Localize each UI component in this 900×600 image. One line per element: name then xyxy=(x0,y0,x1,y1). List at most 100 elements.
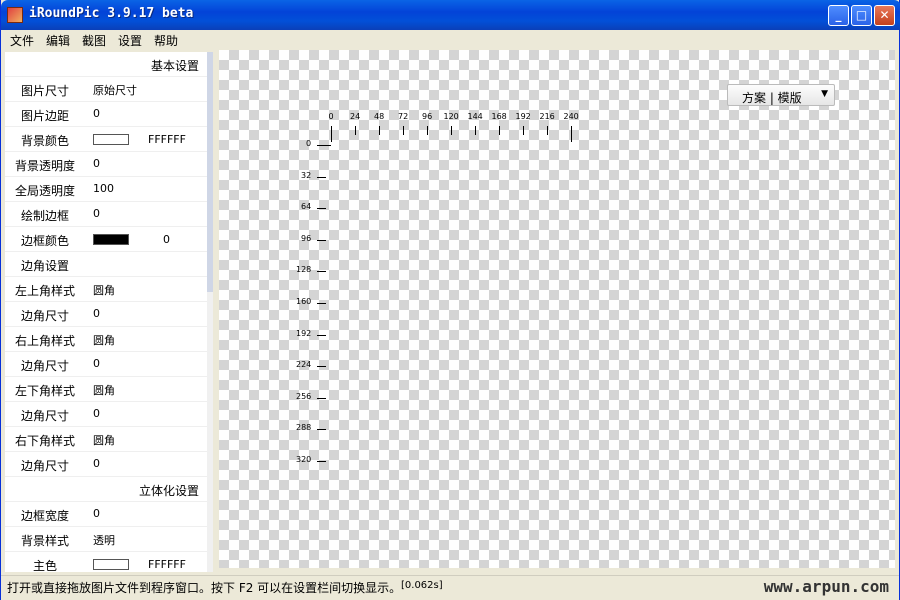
ruler-x-tick xyxy=(379,126,380,135)
property-row[interactable]: 左下角样式 圆角 xyxy=(5,377,209,402)
ruler-y-tick xyxy=(317,176,326,178)
property-value[interactable]: 0 xyxy=(93,107,100,120)
status-bar: 打开或直接拖放图片文件到程序窗口。按下 F2 可以在设置栏间切换显示。 [0.0… xyxy=(1,575,899,600)
property-row[interactable]: 左上角样式 圆角 xyxy=(5,277,209,302)
ruler-y-tick xyxy=(317,239,326,241)
property-value[interactable]: 0 xyxy=(93,207,100,220)
property-row[interactable]: 背景透明度 0 xyxy=(5,152,209,177)
property-row[interactable]: 图片尺寸 原始尺寸 xyxy=(5,77,209,102)
property-row[interactable]: 边角尺寸 0 xyxy=(5,352,209,377)
property-label: 边框颜色 xyxy=(20,234,69,248)
property-row[interactable]: 背景颜色 FFFFFF xyxy=(5,127,209,152)
property-row[interactable]: 图片边距 0 xyxy=(5,102,209,127)
property-label: 边角尺寸 xyxy=(20,359,69,373)
property-label: 背景透明度 xyxy=(14,159,75,173)
ruler-y-tick xyxy=(317,208,326,210)
ruler-x-label: 216 xyxy=(539,112,555,121)
property-label: 图片尺寸 xyxy=(20,84,69,98)
property-row[interactable]: 边角尺寸 0 xyxy=(5,452,209,477)
property-label: 边框宽度 xyxy=(20,509,69,523)
section-title: 基本设置 xyxy=(150,59,199,73)
ruler-x-tick xyxy=(451,126,452,135)
color-swatch[interactable] xyxy=(93,134,129,145)
menu-screenshot[interactable]: 截图 xyxy=(82,32,106,49)
property-row[interactable]: 边角设置 xyxy=(5,252,209,277)
property-label: 图片边距 xyxy=(20,109,69,123)
property-label: 背景样式 xyxy=(20,534,69,548)
watermark: www.arpun.com xyxy=(763,577,889,596)
menu-edit[interactable]: 编辑 xyxy=(46,32,70,49)
menu-file[interactable]: 文件 xyxy=(10,32,34,49)
ruler-y-tick xyxy=(317,397,326,399)
property-value[interactable]: 圆角 xyxy=(93,332,115,348)
property-row[interactable]: 边框颜色 0 xyxy=(5,227,209,252)
image-canvas[interactable]: 方案 | 模版 ▼ 0 24 48 72 96 120 144 168 192 216 240 0 32… xyxy=(219,50,895,568)
ruler-x-label: 96 xyxy=(422,112,433,121)
property-label: 左下角样式 xyxy=(14,384,75,398)
title-bar[interactable]: iRoundPic 3.9.17 beta _ □ ✕ xyxy=(1,0,900,30)
ruler-y-label: 128 xyxy=(296,265,312,275)
ruler-y-label: 64 xyxy=(301,202,312,212)
property-value[interactable]: 100 xyxy=(93,182,114,195)
property-value[interactable]: 圆角 xyxy=(93,432,115,448)
property-row[interactable]: 边角尺寸 0 xyxy=(5,302,209,327)
property-label: 主色 xyxy=(32,559,57,572)
property-label: 边角尺寸 xyxy=(20,309,69,323)
property-row[interactable]: 右上角样式 圆角 xyxy=(5,327,209,352)
property-panel-scrollbar[interactable] xyxy=(207,52,213,572)
property-label: 左上角样式 xyxy=(14,284,75,298)
minimize-button[interactable]: _ xyxy=(828,5,849,26)
property-value[interactable]: 透明 xyxy=(93,532,115,548)
property-value[interactable]: 0 xyxy=(93,307,100,320)
property-label: 边角尺寸 xyxy=(20,409,69,423)
property-value[interactable]: 0 xyxy=(93,457,100,470)
status-message: 打开或直接拖放图片文件到程序窗口。按下 F2 可以在设置栏间切换显示。 xyxy=(7,581,402,595)
property-value[interactable]: FFFFFF xyxy=(148,558,186,571)
property-value[interactable]: 圆角 xyxy=(93,282,115,298)
ruler-x-label: 192 xyxy=(515,112,531,121)
ruler-x-label: 240 xyxy=(563,112,579,121)
ruler-y-label: 0 xyxy=(306,139,312,148)
ruler-x-label: 144 xyxy=(467,112,483,121)
color-swatch[interactable] xyxy=(93,234,129,245)
property-value[interactable]: 0 xyxy=(93,407,100,420)
property-row[interactable]: 全局透明度 100 xyxy=(5,177,209,202)
property-value[interactable]: 0 xyxy=(93,507,100,520)
scheme-template-dropdown[interactable]: 方案 | 模版 ▼ xyxy=(727,84,835,106)
maximize-button[interactable]: □ xyxy=(851,5,872,26)
color-swatch[interactable] xyxy=(93,559,129,570)
ruler-y-tick xyxy=(317,303,326,304)
close-button[interactable]: ✕ xyxy=(874,5,895,26)
property-row[interactable]: 边框宽度 0 xyxy=(5,502,209,527)
property-value[interactable]: 0 xyxy=(93,157,100,170)
ruler-x-tick xyxy=(427,126,428,135)
menu-settings[interactable]: 设置 xyxy=(118,32,142,49)
property-row[interactable]: 绘制边框 0 xyxy=(5,202,209,227)
chevron-down-icon: ▼ xyxy=(821,89,828,99)
ruler-y-tick xyxy=(317,429,326,431)
property-label: 边角尺寸 xyxy=(20,459,69,473)
app-icon[interactable] xyxy=(7,7,23,23)
property-label: 背景颜色 xyxy=(20,134,69,148)
property-row[interactable]: 边角尺寸 0 xyxy=(5,402,209,427)
property-value[interactable]: 原始尺寸 xyxy=(93,82,137,98)
property-value[interactable]: 0 xyxy=(163,233,170,246)
scrollbar-thumb[interactable] xyxy=(207,52,213,292)
property-value[interactable]: 0 xyxy=(93,357,100,370)
ruler-x-tick xyxy=(475,126,476,135)
ruler-x-label: 168 xyxy=(491,112,507,121)
ruler-x-tick xyxy=(403,126,404,135)
property-label: 右上角样式 xyxy=(14,334,75,348)
property-row[interactable]: 右下角样式 圆角 xyxy=(5,427,209,452)
property-value[interactable]: 圆角 xyxy=(93,382,115,398)
menu-help[interactable]: 帮助 xyxy=(154,32,178,49)
ruler-y-label: 288 xyxy=(296,423,312,433)
property-value[interactable]: FFFFFF xyxy=(148,133,186,146)
ruler-x-tick xyxy=(331,126,332,142)
property-row[interactable]: 主色 FFFFFF xyxy=(5,552,209,572)
ruler-x-tick xyxy=(547,126,548,135)
ruler-y-label: 320 xyxy=(296,455,312,464)
property-label: 全局透明度 xyxy=(14,184,75,198)
property-label: 绘制边框 xyxy=(20,209,69,223)
property-row[interactable]: 背景样式 透明 xyxy=(5,527,209,552)
